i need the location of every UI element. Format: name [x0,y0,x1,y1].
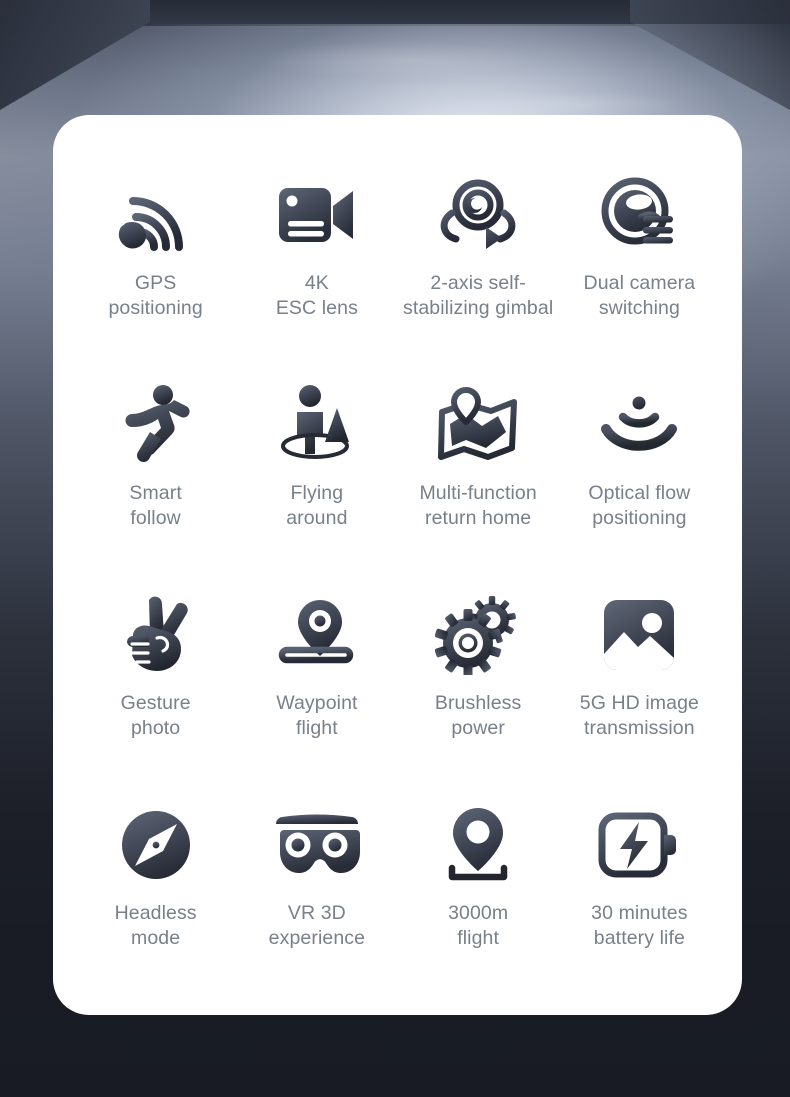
feature-label: 3000m flight [448,902,509,949]
feature-item-dual-camera[interactable]: Dual camera switching [559,167,720,377]
gps-signal-icon [113,167,199,263]
running-person-icon [120,377,192,473]
feature-label: Multi-function return home [419,482,537,529]
wall-back-strip [140,0,650,26]
hand-peace-icon [119,587,193,683]
video-camera-icon [275,167,359,263]
feature-item-flight-range[interactable]: 3000m flight [398,797,559,1007]
feature-label: 30 minutes battery life [591,902,688,949]
feature-item-image-transmission[interactable]: 5G HD image transmission [559,587,720,797]
compass-icon [120,797,192,893]
feature-label: Gesture photo [120,692,191,739]
photo-image-icon [602,587,676,683]
feature-label: Smart follow [129,482,182,529]
feature-item-battery-life[interactable]: 30 minutes battery life [559,797,720,1007]
feature-label: 2-axis self- stabilizing gimbal [402,272,554,319]
gimbal-rotation-icon [434,167,522,263]
waypoint-path-icon [275,587,359,683]
feature-item-gesture-photo[interactable]: Gesture photo [75,587,236,797]
feature-item-waypoint-flight[interactable]: Waypoint flight [236,587,397,797]
map-pin-fold-icon [436,377,520,473]
feature-label: Optical flow positioning [588,482,691,529]
feature-label: Waypoint flight [276,692,358,739]
feature-item-gimbal[interactable]: 2-axis self- stabilizing gimbal [398,167,559,377]
vr-goggles-icon [272,797,362,893]
feature-item-headless-mode[interactable]: Headless mode [75,797,236,1007]
optical-flow-waves-icon [598,377,680,473]
feature-item-gps-positioning[interactable]: GPS positioning [75,167,236,377]
feature-card: GPS positioning 4K ESC lens 2-axis self-… [53,115,742,1015]
feature-item-flying-around[interactable]: Flying around [236,377,397,587]
feature-label: 5G HD image transmission [579,692,699,739]
feature-grid: GPS positioning 4K ESC lens 2-axis self-… [75,167,720,1007]
feature-item-return-home[interactable]: Multi-function return home [398,377,559,587]
feature-label: Brushless power [434,692,522,739]
feature-label: Headless mode [114,902,197,949]
feature-label: Dual camera switching [583,272,696,319]
dual-camera-icon [599,167,679,263]
feature-label: VR 3D experience [268,902,366,949]
feature-item-optical-flow[interactable]: Optical flow positioning [559,377,720,587]
feature-item-vr-experience[interactable]: VR 3D experience [236,797,397,1007]
feature-item-smart-follow[interactable]: Smart follow [75,377,236,587]
feature-item-esc-lens[interactable]: 4K ESC lens [236,167,397,377]
feature-label: 4K ESC lens [275,272,358,319]
feature-label: GPS positioning [108,272,203,319]
feature-label: Flying around [286,482,348,529]
orbit-person-icon [275,377,359,473]
double-gear-icon [435,587,521,683]
feature-item-brushless-power[interactable]: Brushless power [398,587,559,797]
location-pin-range-icon [442,797,514,893]
battery-bolt-icon [598,797,680,893]
